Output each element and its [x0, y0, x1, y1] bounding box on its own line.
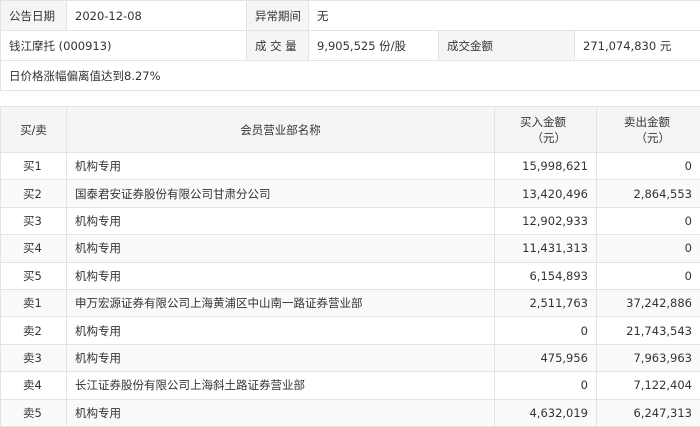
row-member-name: 机构专用 [67, 399, 495, 426]
row-member-name: 机构专用 [67, 235, 495, 262]
row-buy-amount: 15,998,621 [495, 153, 597, 180]
row-sell-amount: 0 [597, 207, 700, 234]
row-member-name: 机构专用 [67, 207, 495, 234]
row-buy-amount: 6,154,893 [495, 262, 597, 289]
row-member-name: 机构专用 [67, 317, 495, 344]
row-direction: 卖1 [1, 289, 67, 316]
row-buy-amount: 0 [495, 372, 597, 399]
table-row: 卖5 机构专用 4,632,019 6,247,313 [1, 399, 700, 426]
row-buy-amount: 0 [495, 317, 597, 344]
abnormal-period-label: 异常期间 [247, 1, 309, 31]
row-member-name: 国泰君安证券股份有限公司甘肃分公司 [67, 180, 495, 207]
row-sell-amount: 0 [597, 153, 700, 180]
row-sell-amount: 21,743,543 [597, 317, 700, 344]
buy-amount-header-line2: （元） [495, 130, 566, 146]
table-row: 卖4 长江证券股份有限公司上海斜土路证券营业部 0 7,122,404 [1, 372, 700, 399]
row-buy-amount: 11,431,313 [495, 235, 597, 262]
table-row: 买5 机构专用 6,154,893 0 [1, 262, 700, 289]
announce-date-value: 2020-12-08 [67, 1, 247, 31]
row-direction: 卖2 [1, 317, 67, 344]
row-sell-amount: 7,122,404 [597, 372, 700, 399]
turnover-label: 成交金额 [439, 31, 575, 61]
stock-info-table: 公告日期 2020-12-08 异常期间 无 钱江摩托 (000913) 成 交… [0, 0, 700, 91]
row-member-name: 申万宏源证券有限公司上海黄浦区中山南一路证券营业部 [67, 289, 495, 316]
table-row: 买4 机构专用 11,431,313 0 [1, 235, 700, 262]
info-row-date: 公告日期 2020-12-08 异常期间 无 [1, 1, 700, 31]
row-direction: 买5 [1, 262, 67, 289]
row-direction: 买4 [1, 235, 67, 262]
table-row: 买1 机构专用 15,998,621 0 [1, 153, 700, 180]
row-direction: 卖4 [1, 372, 67, 399]
turnover-value: 271,074,830 元 [575, 31, 700, 61]
row-sell-amount: 6,247,313 [597, 399, 700, 426]
table-row: 卖2 机构专用 0 21,743,543 [1, 317, 700, 344]
row-buy-amount: 13,420,496 [495, 180, 597, 207]
table-row: 买2 国泰君安证券股份有限公司甘肃分公司 13,420,496 2,864,55… [1, 180, 700, 207]
row-member-name: 机构专用 [67, 344, 495, 371]
info-row-reason: 日价格涨幅偏离值达到8.27% [1, 61, 700, 91]
row-sell-amount: 37,242,886 [597, 289, 700, 316]
buy-amount-header: 买入金额 （元） [495, 107, 597, 153]
table-row: 卖1 申万宏源证券有限公司上海黄浦区中山南一路证券营业部 2,511,763 3… [1, 289, 700, 316]
volume-label: 成 交 量 [247, 31, 309, 61]
abnormal-period-value: 无 [309, 1, 700, 31]
row-member-name: 机构专用 [67, 262, 495, 289]
buy-amount-header-line1: 买入金额 [495, 114, 566, 130]
row-direction: 买1 [1, 153, 67, 180]
row-buy-amount: 2,511,763 [495, 289, 597, 316]
volume-value: 9,905,525 份/股 [309, 31, 439, 61]
row-buy-amount: 12,902,933 [495, 207, 597, 234]
sell-amount-header-line2: （元） [597, 130, 670, 146]
table-row: 卖3 机构专用 475,956 7,963,963 [1, 344, 700, 371]
row-member-name: 机构专用 [67, 153, 495, 180]
row-direction: 买2 [1, 180, 67, 207]
stock-name: 钱江摩托 (000913) [1, 31, 247, 61]
table-row: 买3 机构专用 12,902,933 0 [1, 207, 700, 234]
row-sell-amount: 7,963,963 [597, 344, 700, 371]
sell-amount-header-line1: 卖出金额 [597, 114, 670, 130]
member-header: 会员营业部名称 [67, 107, 495, 153]
row-buy-amount: 475,956 [495, 344, 597, 371]
row-direction: 卖3 [1, 344, 67, 371]
announce-date-label: 公告日期 [1, 1, 67, 31]
row-direction: 卖5 [1, 399, 67, 426]
row-sell-amount: 0 [597, 262, 700, 289]
row-sell-amount: 0 [597, 235, 700, 262]
direction-header: 买/卖 [1, 107, 67, 153]
table-header-row: 买/卖 会员营业部名称 买入金额 （元） 卖出金额 （元） [1, 107, 700, 153]
abnormal-reason: 日价格涨幅偏离值达到8.27% [1, 61, 700, 91]
row-member-name: 长江证券股份有限公司上海斜土路证券营业部 [67, 372, 495, 399]
info-row-volume: 钱江摩托 (000913) 成 交 量 9,905,525 份/股 成交金额 2… [1, 31, 700, 61]
row-sell-amount: 2,864,553 [597, 180, 700, 207]
sell-amount-header: 卖出金额 （元） [597, 107, 700, 153]
row-direction: 买3 [1, 207, 67, 234]
trading-seats-table: 买/卖 会员营业部名称 买入金额 （元） 卖出金额 （元） 买1 机构专用 15… [0, 106, 700, 427]
row-buy-amount: 4,632,019 [495, 399, 597, 426]
